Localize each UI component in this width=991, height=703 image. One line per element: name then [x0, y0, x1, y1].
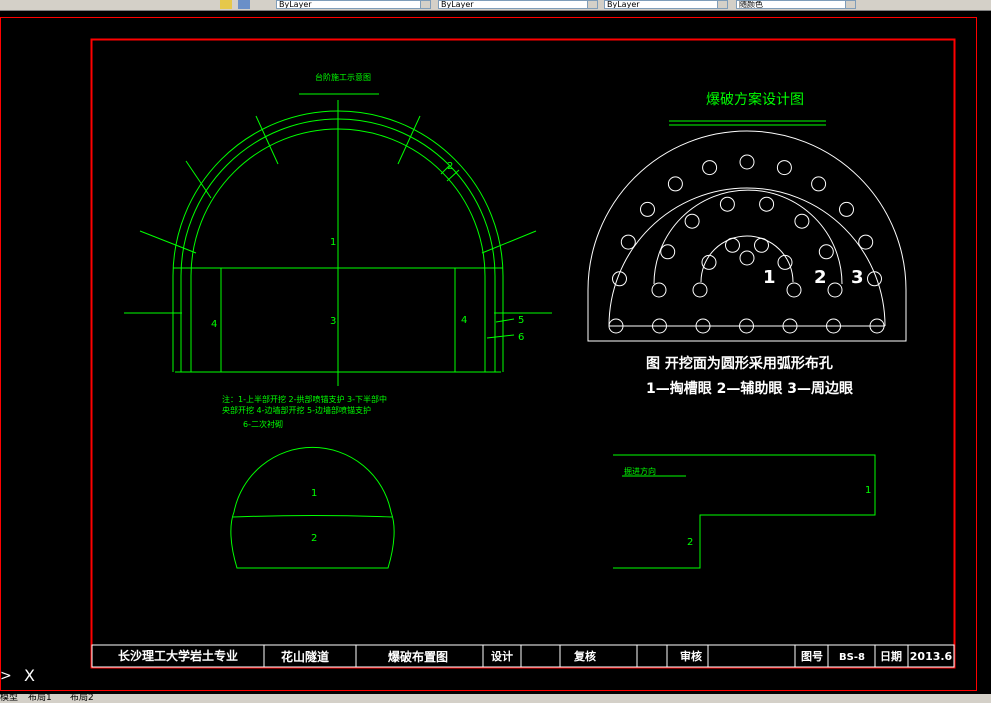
- tab-layout2[interactable]: 布局2: [70, 694, 94, 703]
- auxiliary-hole: [759, 196, 775, 212]
- drawing-number: BS-8: [839, 652, 865, 663]
- layer-manager-icon[interactable]: [238, 0, 250, 9]
- review-label: 复核: [573, 649, 596, 663]
- legend-number-1: 1: [763, 267, 776, 288]
- blast-holes: [608, 154, 885, 334]
- legend-number-2: 2: [814, 267, 827, 288]
- lineweight-combo[interactable]: ByLayer: [604, 0, 728, 9]
- small-section-diagram: [230, 446, 395, 569]
- small-section-label-1: 1: [311, 488, 317, 499]
- cut-hole: [692, 282, 708, 298]
- command-prompt-glyph: >: [0, 668, 12, 684]
- tab-layout1[interactable]: 布局1: [28, 694, 52, 703]
- plotstyle-combo[interactable]: 随颜色: [736, 0, 856, 9]
- date-value: 2013.6: [910, 650, 953, 663]
- school-name: 长沙理工大学岩土专业: [118, 648, 238, 663]
- region-label-6: 6: [518, 332, 524, 343]
- caption-line-1: 图 开挖面为圆形采用弧形布孔: [646, 355, 833, 372]
- perimeter-hole: [776, 160, 792, 176]
- tab-model[interactable]: 模型: [0, 694, 18, 703]
- ucs-x-axis-icon: X: [24, 666, 35, 685]
- layout-tab-bar: 模型 布局1 布局2: [0, 694, 991, 703]
- region-label-4-left: 4: [211, 319, 217, 330]
- perimeter-hole: [640, 201, 655, 217]
- blasting-plan-title: 爆破方案设计图: [706, 91, 804, 108]
- legend-number-3: 3: [851, 267, 864, 288]
- cut-hole: [754, 237, 769, 253]
- region-label-2: 2: [447, 161, 453, 172]
- auxiliary-hole: [818, 244, 834, 260]
- perimeter-hole: [667, 176, 683, 192]
- step-region-label-1: 1: [865, 485, 871, 496]
- linetype-combo[interactable]: ByLayer: [438, 0, 598, 9]
- staged-diagram-title: 台阶施工示意图: [315, 72, 371, 82]
- sheet-border: [0, 17, 977, 691]
- caption-line-2: 1—掏槽眼 2—辅助眼 3—周边眼: [646, 380, 853, 397]
- note-line-3: 6-二次衬砌: [243, 419, 283, 429]
- design-label: 设计: [491, 649, 513, 663]
- drawing-number-label: 图号: [801, 650, 823, 663]
- region-label-1: 1: [330, 237, 336, 248]
- auxiliary-hole: [719, 196, 735, 212]
- region-label-3: 3: [330, 316, 336, 327]
- perimeter-hole: [811, 176, 827, 192]
- auxiliary-hole: [684, 213, 700, 229]
- cut-hole: [725, 237, 740, 253]
- auxiliary-hole: [794, 213, 810, 229]
- perimeter-hole: [739, 154, 755, 170]
- cut-hole: [777, 254, 793, 270]
- date-label: 日期: [880, 649, 902, 663]
- auxiliary-hole: [827, 282, 843, 298]
- cut-hole: [701, 254, 717, 270]
- auxiliary-hole: [651, 282, 667, 298]
- staged-excavation-diagram: [124, 93, 552, 386]
- audit-label: 审核: [680, 649, 702, 663]
- perimeter-hole: [839, 201, 854, 217]
- perimeter-hole: [702, 160, 718, 176]
- region-label-5: 5: [518, 315, 524, 326]
- properties-toolbar: ByLayer ByLayer ByLayer 随颜色: [0, 0, 991, 11]
- note-line-2: 央部开挖 4-边墙部开挖 5-边墙部喷锚支护: [222, 405, 371, 415]
- cut-hole: [786, 282, 802, 298]
- perimeter-hole: [858, 234, 874, 250]
- excavation-direction-label: 掘进方向: [624, 466, 656, 476]
- color-combo[interactable]: ByLayer: [276, 0, 431, 9]
- region-label-4-right: 4: [461, 315, 467, 326]
- drawing-canvas[interactable]: 台阶施工示意图 1 2 3 4 4 5 6 注：1-上半部开挖 2-拱部喷锚支护…: [0, 11, 991, 694]
- drawing-name: 爆破布置图: [388, 649, 448, 664]
- small-section-label-2: 2: [311, 533, 317, 544]
- step-region-label-2: 2: [687, 537, 693, 548]
- perimeter-hole: [620, 234, 636, 250]
- note-line-1: 注：1-上半部开挖 2-拱部喷锚支护 3-下半部中: [222, 394, 387, 404]
- auxiliary-hole: [660, 244, 676, 260]
- blast-hole-diagram: [587, 130, 907, 342]
- layer-states-icon[interactable]: [220, 0, 232, 9]
- project-name: 花山隧道: [281, 649, 329, 664]
- cut-hole: [739, 250, 755, 266]
